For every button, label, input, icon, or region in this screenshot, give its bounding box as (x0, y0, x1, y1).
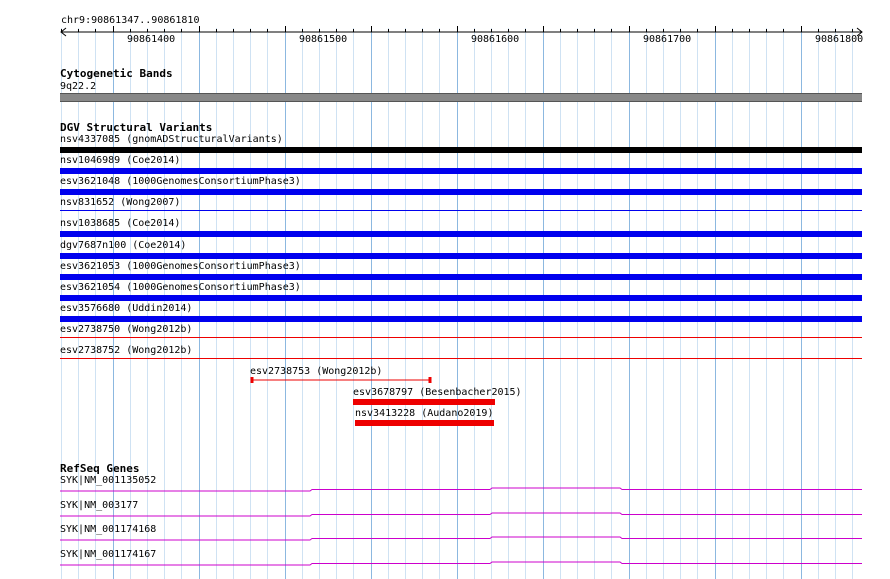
track-title-cytoband: Cytogenetic Bands (60, 67, 173, 80)
gene-feature[interactable] (60, 559, 864, 567)
gene-feature[interactable] (60, 510, 864, 518)
variant-feature[interactable] (60, 189, 862, 195)
variant-label: nsv1046989 (Coe2014) (60, 155, 181, 166)
ruler-tick-label: 90861600 (471, 34, 520, 45)
variant-label: nsv4337085 (gnomADStructuralVariants) (60, 134, 283, 145)
variant-label: nsv1038685 (Coe2014) (60, 218, 181, 229)
variant-label: esv3678797 (Besenbacher2015) (353, 387, 522, 398)
ruler-tick-label: 90861700 (643, 34, 692, 45)
variant-label: esv3621053 (1000GenomesConsortiumPhase3) (60, 261, 301, 272)
variant-feature[interactable] (60, 337, 862, 338)
ruler-tick-label: 90861400 (127, 34, 176, 45)
variant-label: esv3621054 (1000GenomesConsortiumPhase3) (60, 282, 301, 293)
variant-feature[interactable] (249, 376, 434, 385)
gene-feature[interactable] (60, 534, 864, 542)
track-title-dgv: DGV Structural Variants (60, 121, 213, 134)
variant-label: dgv7687n100 (Coe2014) (60, 240, 187, 251)
variant-feature[interactable] (60, 274, 862, 280)
variant-label: esv3621048 (1000GenomesConsortiumPhase3) (60, 176, 301, 187)
cytoband-bar[interactable] (60, 93, 862, 102)
variant-feature[interactable] (60, 253, 862, 259)
variant-feature[interactable] (60, 231, 862, 237)
variant-feature[interactable] (60, 316, 862, 322)
variant-feature[interactable] (353, 399, 495, 405)
track-title-refseq: RefSeq Genes (60, 462, 140, 475)
ruler-tick-label: 90861500 (299, 34, 348, 45)
variant-label: nsv3413228 (Audano2019) (355, 408, 494, 419)
variant-feature[interactable] (60, 210, 862, 211)
ruler-tick-label: 90861800 (815, 34, 864, 45)
variant-label: esv2738752 (Wong2012b) (60, 345, 193, 356)
cytoband-label: 9q22.2 (60, 81, 97, 92)
variant-label: esv3576680 (Uddin2014) (60, 303, 193, 314)
variant-label: esv2738750 (Wong2012b) (60, 324, 193, 335)
gene-feature[interactable] (60, 485, 864, 493)
variant-feature[interactable] (60, 147, 862, 153)
variant-feature[interactable] (60, 168, 862, 174)
variant-feature[interactable] (355, 420, 494, 426)
variant-feature[interactable] (60, 295, 862, 301)
variant-feature[interactable] (60, 358, 862, 359)
variant-label: nsv831652 (Wong2007) (60, 197, 181, 208)
